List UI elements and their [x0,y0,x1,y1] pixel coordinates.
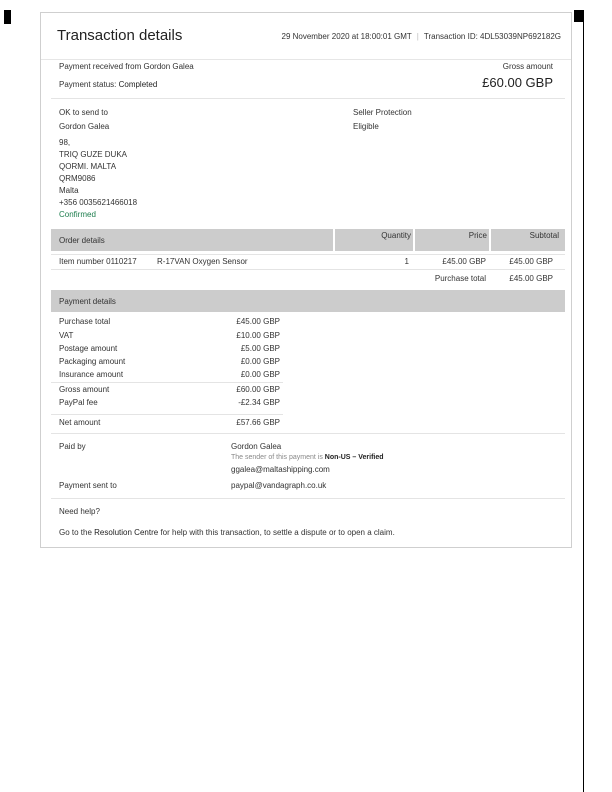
page-edge-line [583,10,584,792]
payment-row-label: VAT [59,331,74,340]
item-price: £45.00 GBP [442,257,486,266]
divider [51,269,565,270]
payment-status: Payment status: Completed [59,80,157,89]
payment-row-value: £60.00 GBP [236,385,280,394]
order-details-header: Order details Quantity Price Subtotal [51,229,565,251]
payment-row-label: Postage amount [59,344,118,353]
help-prefix: Go to the [59,528,92,537]
meta-separator: | [416,32,419,41]
payment-status-label: Payment status: [59,80,117,89]
purchase-total-value: £45.00 GBP [509,274,553,283]
gross-amount-value: £60.00 GBP [482,75,553,90]
payment-row-label: PayPal fee [59,398,98,407]
transaction-card: Transaction details 29 November 2020 at … [40,12,572,548]
divider [51,498,565,499]
payment-row-label: Insurance amount [59,370,124,379]
seller-protection-value: Eligible [353,122,379,131]
shipping-address: 98, TRIQ GUZE DUKA QORMI. MALTA QRM9086 … [59,137,137,221]
help-title: Need help? [59,507,100,516]
paid-by-name: Gordon Galea [231,442,282,451]
address-line: Malta [59,186,79,195]
payment-row-label: Net amount [59,418,101,427]
item-subtotal: £45.00 GBP [509,257,553,266]
payment-row-value: -£2.34 GBP [238,398,280,407]
seller-protection-label: Seller Protection [353,108,412,117]
address-confirmed-status: Confirmed [59,210,96,219]
address-line: 98, [59,138,71,147]
payment-sent-to-label: Payment sent to [59,481,117,490]
divider [51,98,565,99]
divider [51,433,565,434]
address-line: QRM9086 [59,174,96,183]
purchase-total-label: Purchase total [434,274,486,283]
item-name: R-17VAN Oxygen Sensor [157,257,248,266]
help-suffix: for help with this transaction, to settl… [160,528,395,537]
payment-row-value: £57.66 GBP [236,418,280,427]
payment-row-value: £10.00 GBP [236,331,280,340]
payment-row-value: £0.00 GBP [240,357,280,366]
paid-by-email: ggalea@maltashipping.com [231,465,330,474]
help-text: Go to the Resolution Centre for help wit… [59,528,395,537]
item-quantity: 1 [404,257,409,266]
payment-row-label: Packaging amount [59,357,126,366]
sender-note: The sender of this payment is [231,454,323,461]
address-line: TRIQ GUZE DUKA [59,150,128,159]
payment-details-label: Payment details [59,297,116,306]
payment-row-label: Gross amount [59,385,110,394]
resolution-centre-link[interactable]: Resolution Centre [94,528,158,537]
payment-details-header: Payment details [51,290,565,312]
recipient-name: Gordon Galea [59,122,110,131]
order-details-label: Order details [59,236,105,245]
divider [51,382,283,383]
payment-status-value: Completed [118,80,158,89]
corner-mark-left [4,10,11,24]
column-subtotal: Subtotal [529,231,559,240]
column-quantity: Quantity [381,231,411,240]
payment-row-value: £45.00 GBP [236,317,280,326]
ok-to-send-label: OK to send to [59,108,108,117]
transaction-meta: 29 November 2020 at 18:00:01 GMT | Transac… [282,32,562,41]
item-number: Item number 0110217 [59,257,137,266]
address-line: QORMI. MALTA [59,162,117,171]
column-price: Price [468,231,487,240]
transaction-header: Transaction details 29 November 2020 at … [41,13,571,60]
payment-row-value: £5.00 GBP [240,344,280,353]
address-line: +356 0035621466018 [59,198,138,207]
sender-verification: The sender of this payment is Non-US – V… [231,454,384,461]
payment-received-text: Payment received from Gordon Galea [59,62,194,71]
divider [51,414,283,415]
paid-by-label: Paid by [59,442,86,451]
transaction-id: Transaction ID: 4DL53039NP692182G [423,32,561,41]
payment-row-value: £0.00 GBP [240,370,280,379]
divider [51,254,565,255]
payment-row-label: Purchase total [59,317,111,326]
gross-amount-label: Gross amount [502,62,553,71]
page-title: Transaction details [57,27,183,44]
sender-status: Non-US – Verified [324,454,384,461]
payment-sent-to-value: paypal@vandagraph.co.uk [231,481,327,490]
transaction-date: 29 November 2020 at 18:00:01 GMT [281,32,412,41]
